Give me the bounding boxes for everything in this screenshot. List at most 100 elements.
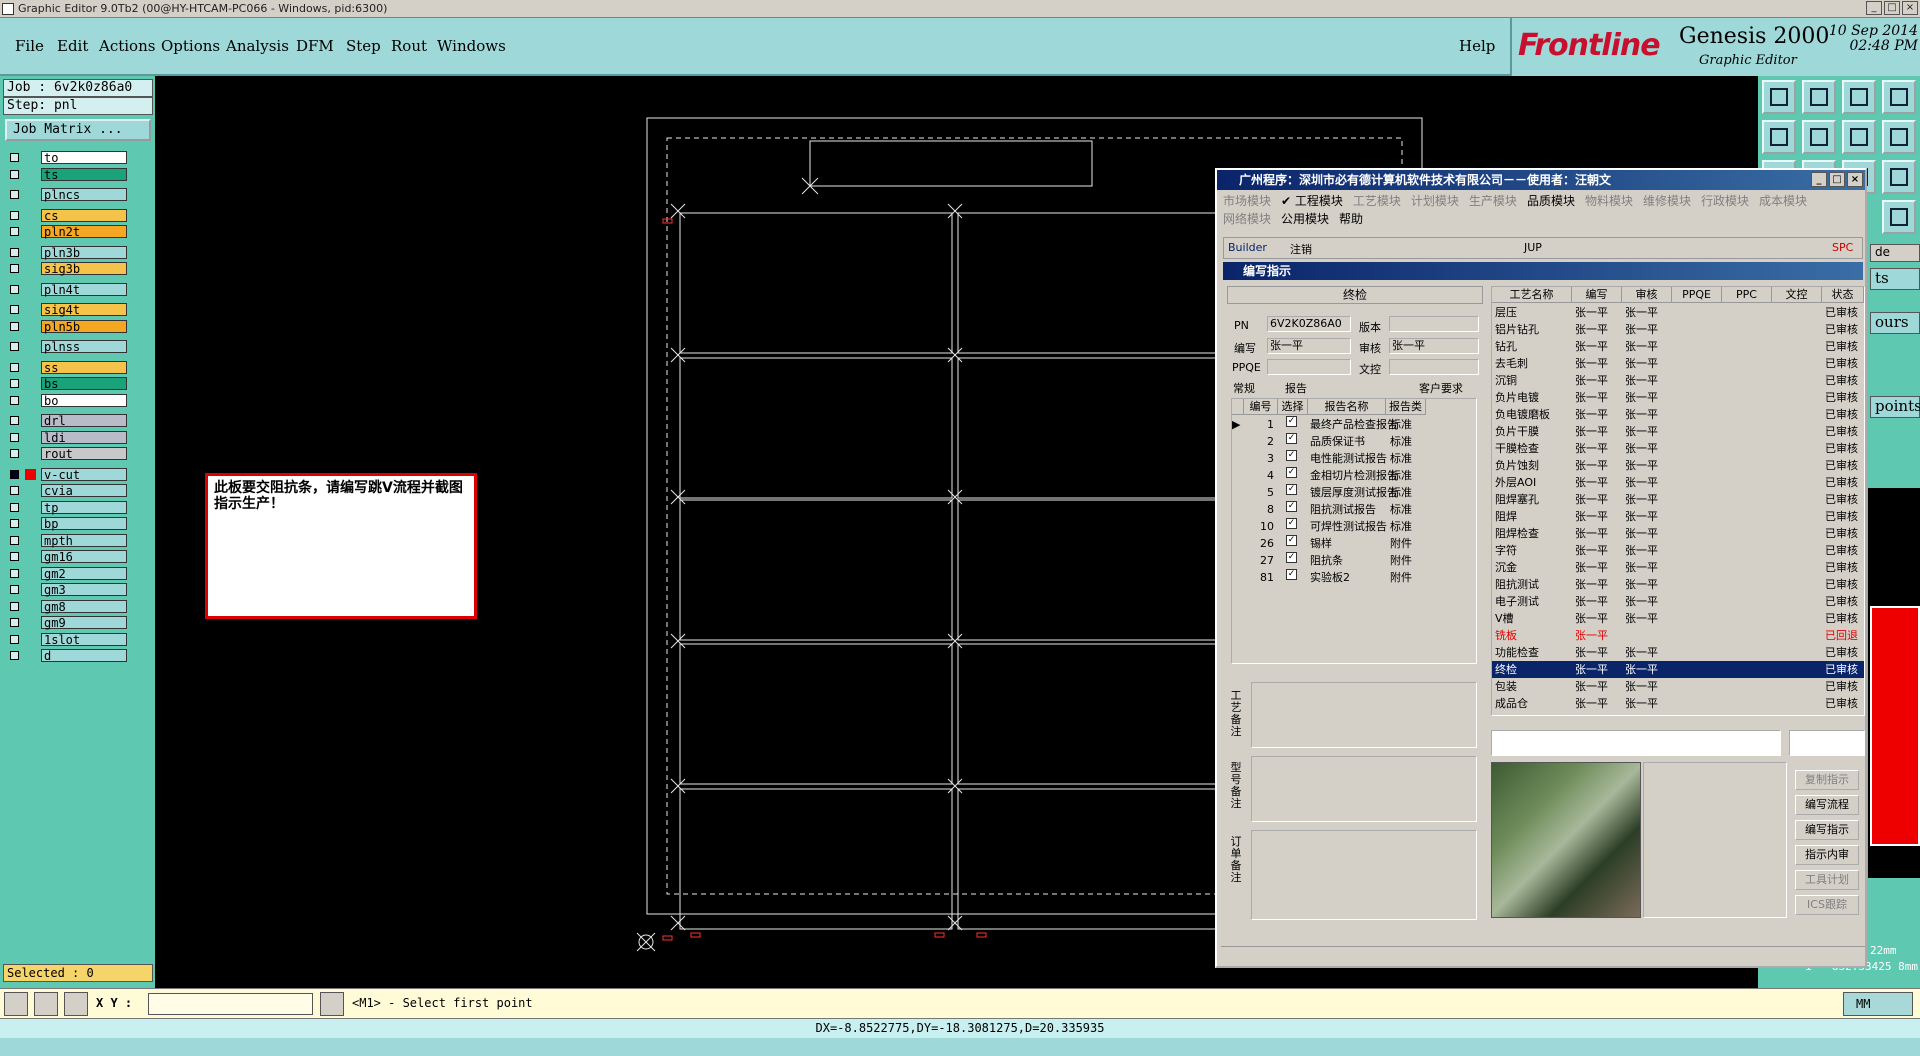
layer-row-d[interactable]: d [5,648,128,663]
process-column-header[interactable]: PPQE [1672,287,1722,303]
side-label-ours[interactable]: ours [1870,312,1920,334]
process-column-header[interactable]: PPC [1722,287,1772,303]
layer-row-sig3b[interactable]: sig3b [5,261,128,276]
toolbox-button[interactable] [1842,120,1876,154]
layer-name[interactable]: sig3b [41,262,127,276]
layer-checkbox[interactable] [10,469,19,479]
layer-name[interactable]: bp [41,517,127,531]
layer-row-mpth[interactable]: mpth [5,533,128,548]
spc-button[interactable]: SPC [1832,241,1853,254]
layer-name[interactable]: bo [41,393,127,407]
layer-row-plncs[interactable]: plncs [5,187,128,202]
layer-row-bs[interactable]: bs [5,376,128,391]
module-menu-item[interactable]: 物料模块 [1585,194,1633,208]
process-dropdown[interactable] [1491,730,1781,756]
module-menu-item[interactable]: 公用模块 [1281,212,1329,226]
layer-row-to[interactable]: to [5,150,128,165]
layer-name[interactable]: pln3b [41,245,127,259]
process-column-header[interactable]: 状态 [1822,287,1864,303]
layer-checkbox[interactable] [10,486,19,495]
layer-row-pln4t[interactable]: pln4t [5,282,128,297]
process-row[interactable]: 层压 张一平 张一平 已审核 [1492,304,1864,321]
report-row[interactable]: 10 ✓ 可焊性测试报告 标准 [1232,518,1462,535]
layer-name[interactable]: v-cut [41,467,127,481]
process-row[interactable]: 铝片钻孔 张一平 张一平 已审核 [1492,321,1864,338]
layer-name[interactable]: plnss [41,340,127,354]
report-table[interactable]: 编号 选择 报告名称 报告类 ▶ 1 ✓ 最终产品检查报告 标准 2 ✓ 品质保证书 标准 3 ✓ 电性能测试… [1231,398,1477,664]
process-row[interactable]: 钻孔 张一平 张一平 已审核 [1492,338,1864,355]
layer-checkbox[interactable] [10,449,19,458]
dialog-minimize-button[interactable]: _ [1811,172,1827,187]
layer-checkbox[interactable] [10,552,19,561]
layer-checkbox[interactable] [10,362,19,372]
menu-options[interactable]: Options [161,37,220,55]
module-menu-item[interactable]: 计划模块 [1411,194,1459,208]
process-remark-field[interactable] [1251,682,1477,748]
process-row[interactable]: 终检 张一平 张一平 已审核 [1492,661,1864,678]
erp-dialog[interactable]: 广州程序：深圳市必有德计算机软件技术有限公司－－使用者：汪朝文 _ □ × 市场… [1215,168,1867,968]
toolbox-button[interactable] [1882,160,1916,194]
menu-dfm[interactable]: DFM [296,37,334,55]
layer-name[interactable]: bs [41,377,127,391]
report-column-header[interactable]: 报告类 [1386,399,1426,415]
layer-checkbox[interactable] [10,379,19,388]
process-row[interactable]: 电子测试 张一平 张一平 已审核 [1492,593,1864,610]
process-row[interactable]: 阻抗测试 张一平 张一平 已审核 [1492,576,1864,593]
menu-rout[interactable]: Rout [391,37,427,55]
layer-name[interactable]: sig4t [41,303,127,317]
process-row[interactable]: V槽 张一平 张一平 已审核 [1492,610,1864,627]
layer-name[interactable]: gm8 [41,599,127,613]
process-row[interactable]: 干膜检查 张一平 张一平 已审核 [1492,440,1864,457]
layer-checkbox[interactable] [10,432,19,442]
process-row[interactable]: 阻焊塞孔 张一平 张一平 已审核 [1492,491,1864,508]
layer-name[interactable]: drl [41,414,127,428]
process-row[interactable]: 负片电镀 张一平 张一平 已审核 [1492,389,1864,406]
menu-file[interactable]: File [15,37,44,55]
layer-row-bp[interactable]: bp [5,516,128,531]
module-menu-item[interactable]: 市场模块 [1223,194,1271,208]
maximize-button[interactable]: □ [1884,1,1900,15]
action-button[interactable]: 编写指示 [1795,820,1859,840]
menu-windows[interactable]: Windows [437,37,506,55]
layer-checkbox[interactable] [10,519,19,528]
report-row[interactable]: 26 ✓ 锡样 附件 [1232,535,1462,552]
job-matrix-button[interactable]: Job Matrix ... [5,119,151,141]
layer-row-ldi[interactable]: ldi [5,430,128,445]
toolbox-button[interactable] [1842,80,1876,114]
layer-row-ts[interactable]: ts [5,167,128,182]
layer-name[interactable]: d [41,649,127,663]
layer-row-cs[interactable]: cs [5,208,128,223]
action-button[interactable]: 工具计划 [1795,870,1859,890]
toolbox-button[interactable] [1762,120,1796,154]
layer-row-pln3b[interactable]: pln3b [5,245,128,260]
layer-name[interactable]: mpth [41,533,127,547]
menu-analysis[interactable]: Analysis [226,37,289,55]
report-row[interactable]: 8 ✓ 阻抗测试报告 标准 [1232,501,1462,518]
layer-checkbox[interactable] [10,264,19,273]
process-table[interactable]: 工艺名称 编写 审核 PPQE PPC 文控 状态 层压 张一平 张一平 已审核 铝片钻孔 张一平 张一平… [1491,286,1865,716]
ppqe-field[interactable] [1267,359,1351,375]
layer-row-pln5b[interactable]: pln5b [5,319,128,334]
process-row[interactable]: 包装 张一平 张一平 已审核 [1492,678,1864,695]
version-field[interactable] [1389,316,1479,332]
layer-checkbox[interactable] [10,634,19,644]
layer-checkbox[interactable] [10,342,19,351]
snap-icon[interactable] [4,992,28,1016]
process-row[interactable]: 沉金 张一平 张一平 已审核 [1492,559,1864,576]
report-row[interactable]: 4 ✓ 金相切片检测报告 标准 [1232,467,1462,484]
layer-row-sig4t[interactable]: sig4t [5,302,128,317]
pn-field[interactable]: 6V2K0Z86A0 [1267,316,1351,332]
layer-row-rout[interactable]: rout [5,446,128,461]
module-menu-item[interactable]: 行政模块 [1701,194,1749,208]
menu-actions[interactable]: Actions [99,37,155,55]
layer-checkbox[interactable] [10,210,19,220]
model-remark-field[interactable] [1251,756,1477,822]
process-row[interactable]: 铣板 张一平 已回退 [1492,627,1864,644]
layer-row-bo[interactable]: bo [5,393,128,408]
process-row[interactable]: 成品仓 张一平 张一平 已审核 [1492,695,1864,712]
layer-row-gm16[interactable]: gm16 [5,549,128,564]
layer-name[interactable]: gm9 [41,616,127,630]
layer-row-tp[interactable]: tp [5,500,128,515]
action-button[interactable]: 复制指示 [1795,770,1859,790]
report-row[interactable]: 5 ✓ 镀层厚度测试报告 标准 [1232,484,1462,501]
